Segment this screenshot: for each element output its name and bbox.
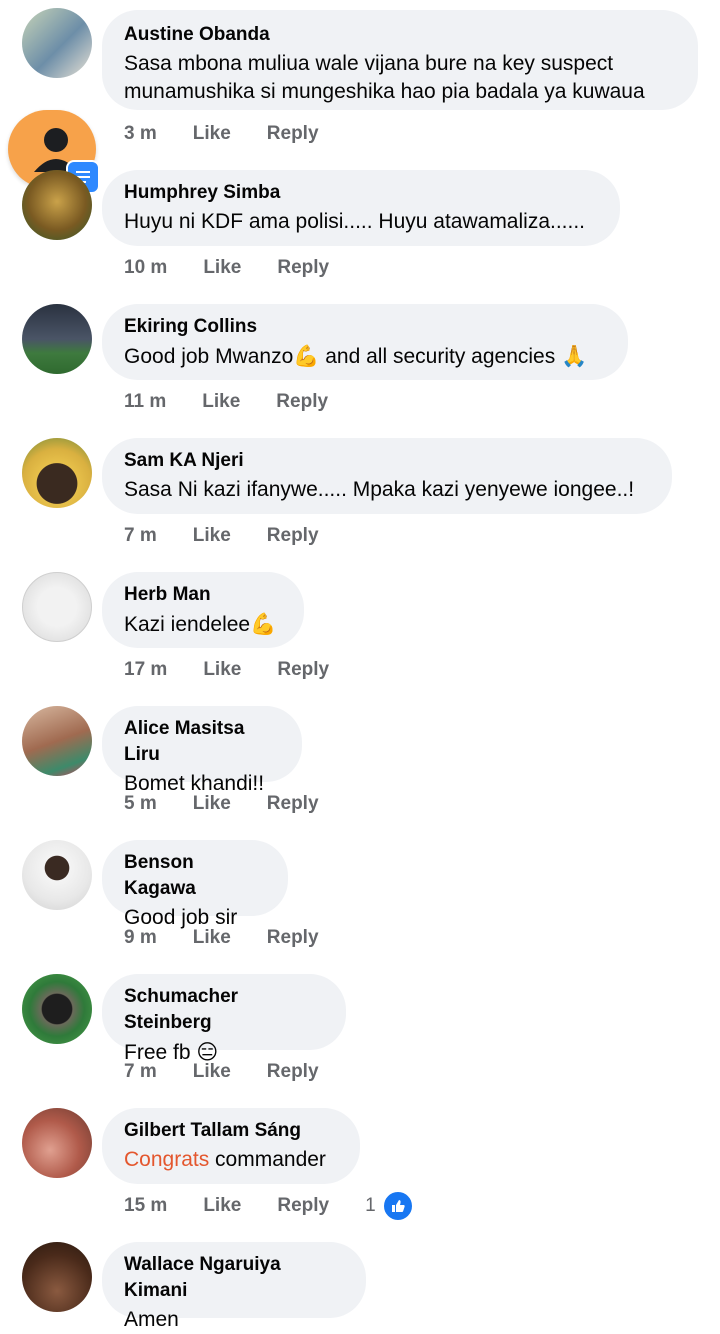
comment-bubble: Ekiring Collins Good job Mwanzo💪 and all… [102, 304, 628, 380]
comment-meta: 7 m Like Reply [124, 524, 355, 548]
comment-bubble: Alice Masitsa Liru Bomet khandi!! [102, 706, 302, 795]
comment-text: Sasa Ni kazi ifanywe..... Mpaka kazi yen… [124, 478, 635, 501]
comment-bubble: Wallace Ngaruiya Kimani Amen [102, 1242, 366, 1331]
commenter-name[interactable]: Sam KA Njeri [124, 448, 650, 474]
comment-text: Kazi iendelee💪 [124, 612, 277, 636]
reply-button[interactable]: Reply [276, 391, 328, 413]
reply-button[interactable]: Reply [267, 1061, 319, 1083]
commenter-name[interactable]: Herb Man [124, 582, 282, 608]
commenter-name[interactable]: Schumacher Steinberg [124, 984, 324, 1036]
timestamp[interactable]: 11 m [124, 391, 166, 413]
commenter-name[interactable]: Wallace Ngaruiya Kimani [124, 1252, 344, 1304]
comment-meta: 15 m Like Reply 1 [124, 1190, 414, 1222]
like-button[interactable]: Like [203, 659, 241, 681]
commenter-name[interactable]: Austine Obanda [124, 22, 676, 48]
commenter-name[interactable]: Alice Masitsa Liru [124, 716, 280, 768]
comment-meta: 7 m Like Reply [124, 1060, 355, 1084]
timestamp[interactable]: 5 m [124, 793, 157, 815]
flexed-biceps-icon: 💪 [293, 344, 320, 368]
commenter-name[interactable]: Gilbert Tallam Sáng [124, 1118, 338, 1144]
commenter-name[interactable]: Ekiring Collins [124, 314, 606, 340]
timestamp[interactable]: 15 m [124, 1195, 167, 1217]
avatar[interactable] [22, 840, 92, 910]
comment-bubble: Gilbert Tallam Sáng Congrats commander [102, 1108, 360, 1184]
reaction-count-label: 1 [365, 1195, 376, 1216]
reply-button[interactable]: Reply [267, 927, 319, 949]
flexed-biceps-icon: 💪 [250, 612, 277, 636]
reply-button[interactable]: Reply [277, 659, 329, 681]
thumbs-up-icon [381, 1190, 414, 1222]
like-button[interactable]: Like [193, 1061, 231, 1083]
reply-button[interactable]: Reply [267, 793, 319, 815]
reply-button[interactable]: Reply [267, 525, 319, 547]
comment-text: Amen [124, 1308, 179, 1331]
comment-text: Good job Mwanzo💪 and all security agenci… [124, 344, 588, 368]
comment-text: Sasa mbona muliua wale vijana bure na ke… [124, 52, 645, 103]
comment-meta: 3 m Like Reply [124, 122, 355, 146]
comment-bubble: Sam KA Njeri Sasa Ni kazi ifanywe..... M… [102, 438, 672, 514]
reaction-count[interactable]: 1 [365, 1190, 414, 1222]
avatar[interactable] [22, 438, 92, 508]
comment-text: Huyu ni KDF ama polisi..... Huyu atawama… [124, 210, 586, 233]
avatar[interactable] [22, 8, 92, 78]
comment-bubble: Schumacher Steinberg Free fb 😑 [102, 974, 346, 1064]
avatar[interactable] [22, 706, 92, 776]
avatar[interactable] [22, 304, 92, 374]
comment-meta: 11 m Like Reply [124, 390, 364, 414]
timestamp[interactable]: 7 m [124, 525, 157, 547]
timestamp[interactable]: 9 m [124, 927, 157, 949]
like-button[interactable]: Like [203, 257, 241, 279]
like-button[interactable]: Like [193, 123, 231, 145]
like-button[interactable]: Like [203, 1195, 241, 1217]
avatar[interactable] [22, 974, 92, 1044]
reply-button[interactable]: Reply [277, 1195, 329, 1217]
like-button[interactable]: Like [193, 793, 231, 815]
commenter-name[interactable]: Benson Kagawa [124, 850, 266, 902]
comment-meta: 5 m Like Reply [124, 792, 355, 816]
like-button[interactable]: Like [193, 525, 231, 547]
timestamp[interactable]: 3 m [124, 123, 157, 145]
avatar[interactable] [22, 170, 92, 240]
comment-meta: 17 m Like Reply [124, 658, 365, 682]
comment-text: Congrats commander [124, 1148, 326, 1171]
timestamp[interactable]: 10 m [124, 257, 167, 279]
commenter-name[interactable]: Humphrey Simba [124, 180, 598, 206]
folded-hands-icon: 🙏 [561, 344, 588, 368]
comment-meta: 9 m Like Reply [124, 926, 355, 950]
reply-button[interactable]: Reply [277, 257, 329, 279]
like-button[interactable]: Like [202, 391, 240, 413]
avatar[interactable] [22, 572, 92, 642]
mention-link[interactable]: Congrats [124, 1148, 209, 1171]
comment-meta: 10 m Like Reply [124, 256, 365, 280]
reply-button[interactable]: Reply [267, 123, 319, 145]
avatar[interactable] [22, 1108, 92, 1178]
timestamp[interactable]: 17 m [124, 659, 167, 681]
comment-bubble: Herb Man Kazi iendelee💪 [102, 572, 304, 648]
comment-bubble: Austine Obanda Sasa mbona muliua wale vi… [102, 10, 698, 110]
comment-bubble: Benson Kagawa Good job sir [102, 840, 288, 929]
comment-bubble: Humphrey Simba Huyu ni KDF ama polisi...… [102, 170, 620, 246]
timestamp[interactable]: 7 m [124, 1061, 157, 1083]
like-button[interactable]: Like [193, 927, 231, 949]
